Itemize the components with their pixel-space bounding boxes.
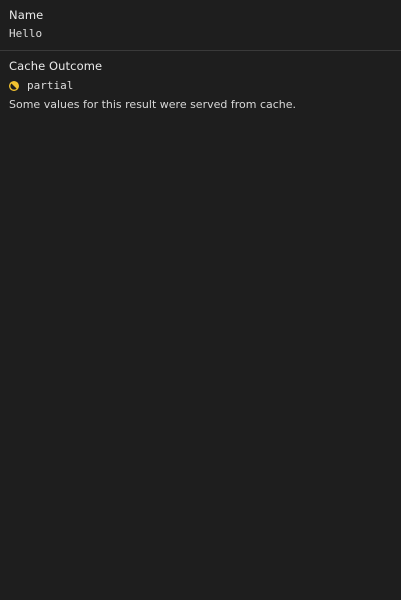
name-label: Name: [9, 8, 44, 22]
name-value: Hello: [9, 27, 43, 40]
cache-outcome-label: Cache Outcome: [9, 59, 103, 73]
cache-outcome-value: partial: [27, 79, 74, 92]
cache-outcome-row: partial: [9, 79, 392, 93]
name-section: Name Hello: [0, 0, 401, 51]
cache-outcome-description: Some values for this result were served …: [9, 98, 297, 111]
half-filled-circle-icon: [9, 81, 19, 91]
detail-panel: Name Hello Cache Outcome partial Some va…: [0, 0, 401, 600]
cache-outcome-section: Cache Outcome partial Some values for th…: [0, 51, 401, 112]
